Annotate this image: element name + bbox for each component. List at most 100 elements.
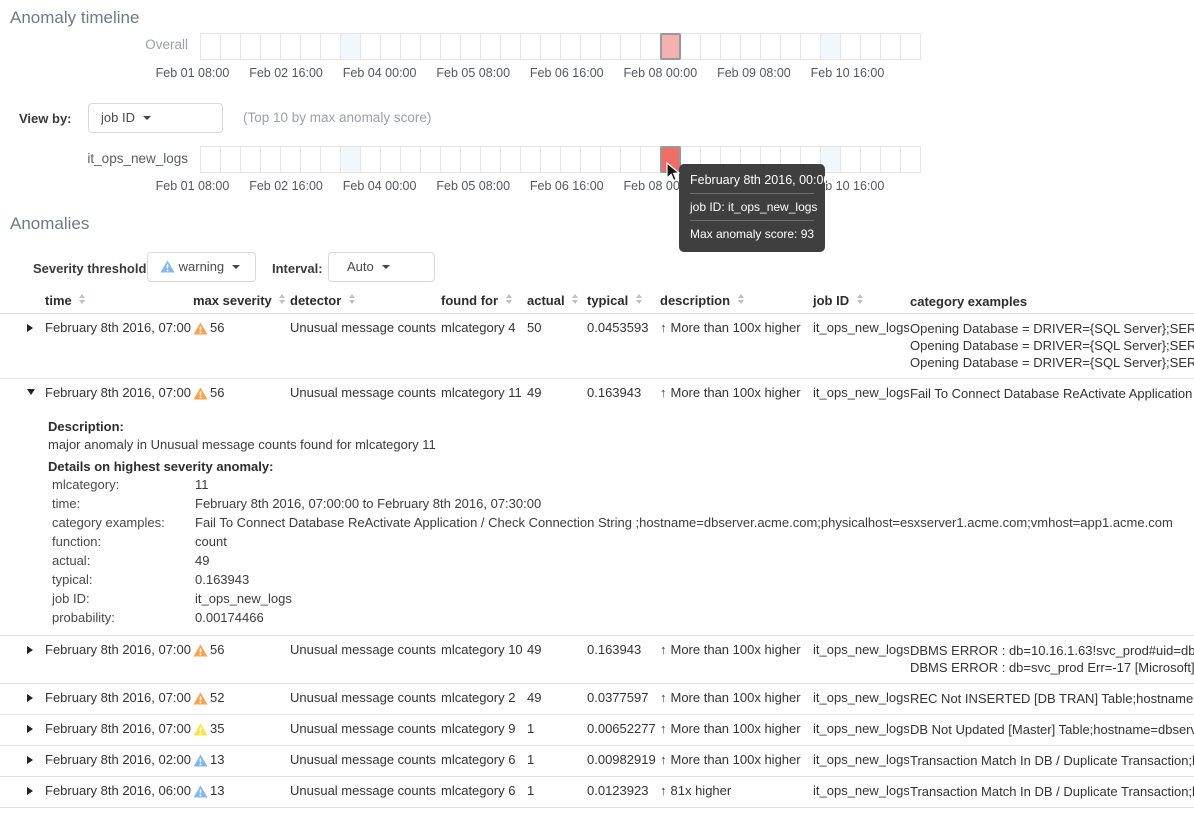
swimlane-cell[interactable] [260,146,281,173]
cell-max-severity: 52 [193,684,288,706]
severity-threshold-dropdown[interactable]: warning [147,252,256,282]
swimlane-cell[interactable] [840,146,861,173]
swimlane-cell[interactable] [660,33,681,60]
column-header-actual[interactable]: actual [527,289,585,308]
swimlane-cell[interactable] [440,146,461,173]
row-expander[interactable] [27,646,33,654]
swimlane-cell[interactable] [820,33,841,60]
column-header-det[interactable]: detector [290,289,439,308]
swimlane-cell[interactable] [900,33,921,60]
swimlane-cell[interactable] [240,146,261,173]
swimlane-cell[interactable] [500,33,521,60]
swimlane-cell[interactable] [580,33,601,60]
row-expander[interactable] [27,389,35,395]
column-header-typical[interactable]: typical [587,289,658,308]
view-by-label: View by: [19,111,72,126]
swimlane-cell[interactable] [520,146,541,173]
swimlane-cell[interactable] [380,33,401,60]
swimlane-cell[interactable] [460,33,481,60]
swimlane-cell[interactable] [280,146,301,173]
arrow-up-icon: ↑ [660,642,667,657]
cell-found-for: mlcategory 10 [441,636,526,657]
swimlane-cell[interactable] [500,146,521,173]
cell-found-for: mlcategory 6 [441,746,526,767]
detail-row: mlcategory:11 [52,477,209,492]
cell-typical: 0.00652277 [587,715,658,736]
swimlane-cell[interactable] [560,33,581,60]
anomalies-table-header: time max severity detector found for act… [0,289,1194,314]
swimlane-cell[interactable] [200,33,221,60]
swimlane-cell[interactable] [320,33,341,60]
view-by-dropdown[interactable]: job ID [88,103,223,133]
swimlane-cell[interactable] [860,33,881,60]
swimlane-cell[interactable] [640,33,661,60]
cell-time: February 8th 2016, 07:00 [45,314,191,335]
cell-job-id: it_ops_new_logs [813,314,909,335]
swimlane-cell[interactable] [300,146,321,173]
swimlane-cell[interactable] [300,33,321,60]
swimlane-cell[interactable] [780,33,801,60]
swimlane-cell[interactable] [400,146,421,173]
swimlane-cell[interactable] [340,146,361,173]
row-expander[interactable] [27,756,33,764]
swimlane-cell[interactable] [720,33,741,60]
swimlane-cell[interactable] [620,33,641,60]
swimlane-cell[interactable] [420,33,441,60]
swimlane-cell[interactable] [760,33,781,60]
swimlane-cell[interactable] [600,33,621,60]
swimlane-cell[interactable] [220,146,241,173]
swimlane-cell[interactable] [260,33,281,60]
column-header-time[interactable]: time [45,289,191,308]
swimlane-cell[interactable] [440,33,461,60]
swimlane-cell[interactable] [620,146,641,173]
swimlane-cell[interactable] [640,146,661,173]
swimlane-cell[interactable] [840,33,861,60]
swimlane-cell[interactable] [520,33,541,60]
swimlane-cell[interactable] [380,146,401,173]
swimlane-cell[interactable] [220,33,241,60]
swimlane-cell[interactable] [280,33,301,60]
column-header-job[interactable]: job ID [813,289,909,308]
swimlane-cell[interactable] [320,146,341,173]
swimlane-cell[interactable] [700,33,721,60]
swimlane-cell[interactable] [600,146,621,173]
swimlane-cell[interactable] [900,146,921,173]
swimlane-cell[interactable] [480,33,501,60]
swimlane-cell[interactable] [540,146,561,173]
row-expander[interactable] [27,694,33,702]
swimlane-cell[interactable] [400,33,421,60]
swimlane-cell[interactable] [860,146,881,173]
column-header-sev[interactable]: max severity [193,289,288,308]
swimlane-cell[interactable] [800,33,821,60]
interval-dropdown[interactable]: Auto [328,252,435,282]
swimlane-cell[interactable] [680,33,701,60]
swimlane-cell[interactable] [240,33,261,60]
swimlane-cell[interactable] [200,146,221,173]
swimlane-cell[interactable] [420,146,441,173]
cell-typical: 0.163943 [587,636,658,657]
swimlane-cell[interactable] [360,146,381,173]
swimlane-cell[interactable] [340,33,361,60]
cell-max-severity: 56 [193,314,288,336]
column-header-found[interactable]: found for [441,289,526,308]
cell-category-examples: REC Not INSERTED [DB TRAN] Table;hostnam… [910,684,1194,707]
swimlane-cell[interactable] [580,146,601,173]
row-expander[interactable] [27,787,33,795]
row-expander[interactable] [27,324,33,332]
swimlane-cell[interactable] [360,33,381,60]
detail-value: count [195,534,227,549]
row-expander[interactable] [27,725,33,733]
table-row: February 8th 2016, 02:0013Unusual messag… [0,746,1194,777]
swimlane-cell[interactable] [460,146,481,173]
detail-row: typical:0.163943 [52,572,249,587]
column-header-desc[interactable]: description [660,289,812,308]
swimlane-cell[interactable] [540,33,561,60]
severity-triangle-icon [160,260,175,273]
swimlane-cell[interactable] [880,33,901,60]
swimlane-cell[interactable] [480,146,501,173]
column-header-ex: category examples [910,289,1194,310]
cell-description: ↑More than 100x higher [660,746,812,767]
swimlane-cell[interactable] [740,33,761,60]
swimlane-cell[interactable] [880,146,901,173]
swimlane-cell[interactable] [560,146,581,173]
